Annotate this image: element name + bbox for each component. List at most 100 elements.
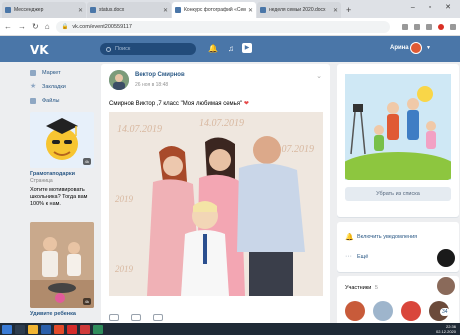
opera-icon[interactable] <box>80 324 90 334</box>
browser-tabstrip: Мессенджер ✕ status.docx ✕ Конкурс фотог… <box>0 0 460 18</box>
bookmark-star-icon[interactable] <box>414 23 420 30</box>
sidebar-item-label: Файлы <box>42 98 60 104</box>
post-text-body: Смирнов Виктор ,7 класс "Моя любимая сем… <box>109 101 243 107</box>
back-icon[interactable]: ← <box>4 22 12 31</box>
browser-tab[interactable]: Мессенджер ✕ <box>2 2 86 18</box>
system-tray[interactable]: 22:36 02.12.2020 <box>436 324 456 334</box>
tab-favicon-icon <box>260 7 266 13</box>
chevron-down-icon[interactable]: ⌄ <box>316 72 322 80</box>
more-label: Ещё <box>357 253 369 260</box>
vk-header: VK Поиск 🔔 ♫ ▶ Арина ▼ <box>0 36 460 62</box>
member-avatar[interactable] <box>373 301 393 321</box>
remove-from-list-button[interactable]: Убрать из списка <box>345 187 451 201</box>
url-field[interactable]: 🔒 vk.com/event200559117 <box>55 20 390 33</box>
play-icon[interactable]: ▶ <box>242 43 252 53</box>
left-nav: Маркет ★ Закладки Файлы <box>30 66 100 108</box>
browser-extensions <box>396 23 456 30</box>
sidebar-item-market[interactable]: Маркет <box>30 66 100 80</box>
photo-watermark: 14.07.2019 <box>117 124 162 135</box>
user-avatar[interactable] <box>410 42 422 54</box>
tab-close-icon[interactable]: ✕ <box>163 7 168 14</box>
ad-title[interactable]: Грамотаподарки <box>30 171 94 177</box>
kids-cooking-photo <box>30 222 94 308</box>
search-icon[interactable] <box>15 324 25 334</box>
member-avatar[interactable] <box>401 301 421 321</box>
members-title-text: Участники <box>345 285 372 291</box>
lock-icon: 🔒 <box>61 23 69 30</box>
photo-watermark: 2019 <box>115 194 134 204</box>
post-author[interactable]: Вектор Смирнов <box>135 72 185 78</box>
search-placeholder: Поиск <box>115 46 131 52</box>
enable-notifications-button[interactable]: 🔔 Включить уведомления <box>345 233 417 241</box>
star-icon: ★ <box>30 83 37 90</box>
windows-start-icon[interactable] <box>2 324 12 334</box>
avatar-image <box>109 70 129 90</box>
post-author-avatar[interactable] <box>109 70 129 90</box>
share-icon[interactable] <box>153 314 163 321</box>
event-cover-image[interactable] <box>345 74 451 180</box>
ad-text: Хотите мотивировать школьника? Тогда вам… <box>30 187 88 207</box>
chat-bubble-avatar[interactable] <box>436 248 456 268</box>
home-icon[interactable]: ⌂ <box>45 22 50 31</box>
chat-count-badge[interactable]: 34 <box>440 308 450 316</box>
ad-title[interactable]: Удивите ребенка <box>30 311 94 317</box>
members-title[interactable]: Участники 5 <box>345 285 378 291</box>
browser-tab-active[interactable]: Конкурс фотографий «Семья» ✕ <box>172 2 256 18</box>
screen: Мессенджер ✕ status.docx ✕ Конкурс фотог… <box>0 0 460 335</box>
tab-close-icon[interactable]: ✕ <box>333 7 338 14</box>
sidebar-item-files[interactable]: Файлы <box>30 94 100 108</box>
tab-close-icon[interactable]: ✕ <box>248 7 253 14</box>
user-name[interactable]: Арина <box>390 45 409 51</box>
browser-tab[interactable]: status.docx ✕ <box>87 2 171 18</box>
more-button[interactable]: ··· Ещё <box>345 253 368 260</box>
music-icon[interactable]: ♫ <box>228 44 234 53</box>
publisher-icon[interactable] <box>93 324 103 334</box>
ad-badge: 4k <box>82 298 91 305</box>
member-avatar[interactable] <box>345 301 365 321</box>
reload-icon[interactable]: ↻ <box>32 22 39 31</box>
post-text: Смирнов Виктор ,7 класс "Моя любимая сем… <box>109 100 249 107</box>
bell-icon[interactable]: 🔔 <box>208 44 218 53</box>
search-input[interactable]: Поиск <box>100 43 196 55</box>
post-actions <box>109 314 175 321</box>
post-photo[interactable]: 14.07.2019 14.07.2019 14.07.2019 2019 20… <box>109 112 323 296</box>
ad-image[interactable]: 4k <box>30 112 94 168</box>
tray-date: 02.12.2020 <box>435 329 456 334</box>
extension-icon[interactable] <box>426 23 432 30</box>
ad-image[interactable]: 4k <box>30 222 94 308</box>
forward-icon[interactable]: → <box>18 22 26 31</box>
zoom-icon[interactable] <box>402 23 408 30</box>
tab-title: Мессенджер <box>14 7 44 13</box>
window-controls[interactable]: – ▫ ✕ <box>411 3 457 11</box>
chat-bubble-avatar[interactable] <box>436 276 456 296</box>
vk-logo[interactable]: VK <box>30 43 49 57</box>
bell-icon: 🔔 <box>345 234 354 241</box>
file-icon <box>30 98 36 104</box>
comment-icon[interactable] <box>131 314 141 321</box>
profile-icon[interactable] <box>438 23 444 30</box>
chrome-icon[interactable] <box>54 324 64 334</box>
post-date[interactable]: 26 ноя в 18:48 <box>135 82 168 88</box>
sidebar-item-label: Маркет <box>42 70 61 76</box>
sidebar-item-label: Закладки <box>42 84 66 90</box>
ad-card[interactable]: 4k Грамотаподарки Страница Хотите мотиви… <box>30 112 94 208</box>
tab-favicon-icon <box>90 7 96 13</box>
ad-card[interactable]: 4k Удивите ребенка <box>30 222 94 317</box>
sidebar-item-bookmarks[interactable]: ★ Закладки <box>30 80 100 94</box>
wall-post: Вектор Смирнов 26 ноя в 18:48 ⌄ Смирнов … <box>101 64 330 326</box>
ad-subtitle: Страница <box>30 178 53 184</box>
tab-close-icon[interactable]: ✕ <box>78 7 83 14</box>
market-icon <box>30 70 36 76</box>
photo-watermark: 14.07.2019 <box>199 118 244 129</box>
tab-favicon-icon <box>5 7 11 13</box>
menu-icon[interactable] <box>450 23 456 30</box>
chevron-down-icon[interactable]: ▼ <box>426 45 431 51</box>
explorer-icon[interactable] <box>28 324 38 334</box>
browser-tab[interactable]: неделя семьи 2020.docx ✕ <box>257 2 341 18</box>
new-tab-button[interactable]: + <box>346 2 351 18</box>
tab-title: Конкурс фотографий «Семья» <box>184 7 246 13</box>
like-icon[interactable] <box>109 314 119 321</box>
word-icon[interactable] <box>41 324 51 334</box>
yandex-icon[interactable] <box>67 324 77 334</box>
url-text: vk.com/event200559117 <box>72 23 132 30</box>
